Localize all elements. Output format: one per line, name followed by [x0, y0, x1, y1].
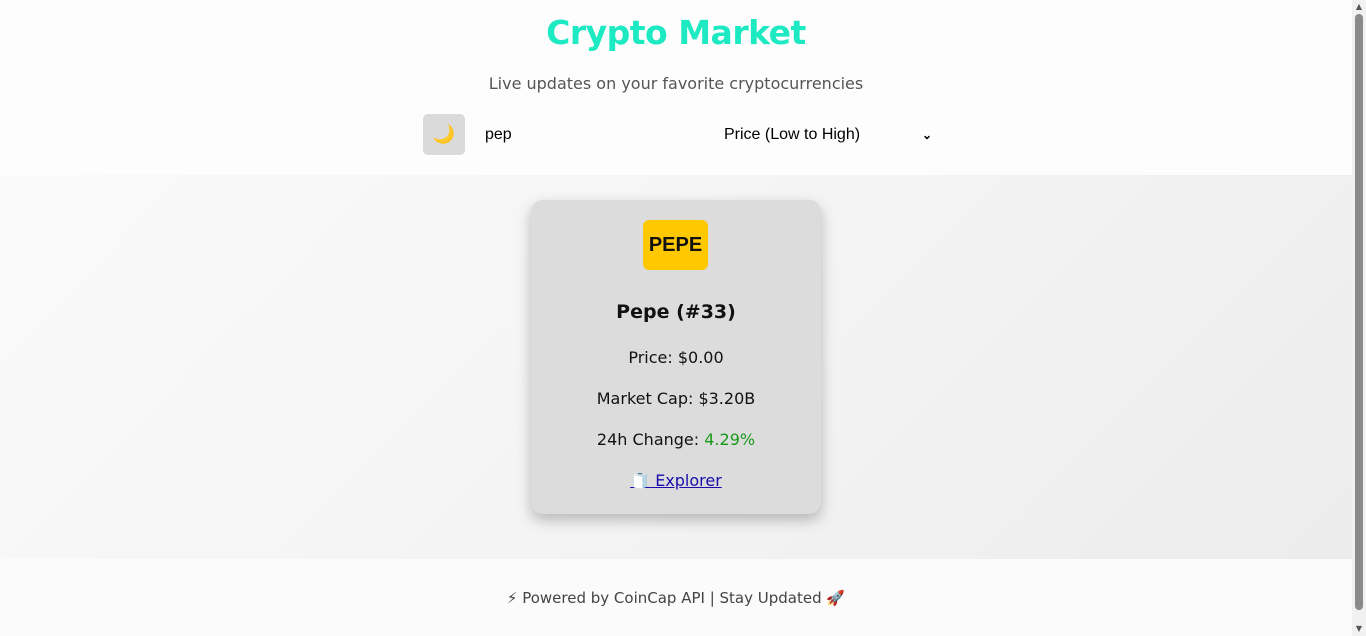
- search-input[interactable]: [473, 114, 688, 155]
- page: Crypto Market Live updates on your favor…: [0, 0, 1352, 636]
- explorer-row: 🧻 Explorer: [531, 471, 821, 490]
- page-subtitle: Live updates on your favorite cryptocurr…: [488, 74, 864, 93]
- explorer-icon: 🧻: [630, 471, 651, 490]
- coin-market-cap: Market Cap: $3.20B: [596, 389, 756, 408]
- page-title: Crypto Market: [546, 13, 806, 52]
- coin-change: 24h Change: 4.29%: [531, 430, 821, 449]
- footer: ⚡ Powered by CoinCap API | Stay Updated …: [0, 559, 1352, 636]
- scroll-thumb[interactable]: [1355, 14, 1363, 610]
- coin-price: Price: $0.00: [628, 348, 724, 367]
- change-label: 24h Change:: [596, 430, 705, 449]
- theme-toggle-button[interactable]: 🌙: [423, 114, 465, 155]
- scroll-up-icon[interactable]: ▲: [1352, 0, 1366, 14]
- controls: 🌙 Price (Low to High) ⌄: [423, 114, 936, 155]
- footer-text: ⚡ Powered by CoinCap API | Stay Updated …: [506, 589, 846, 607]
- vertical-scrollbar[interactable]: ▲ ▼: [1352, 0, 1366, 636]
- explorer-label: Explorer: [655, 471, 722, 490]
- header: Crypto Market Live updates on your favor…: [0, 0, 1352, 175]
- change-value: 4.29%: [704, 430, 756, 449]
- scroll-down-icon[interactable]: ▼: [1352, 622, 1366, 636]
- coin-grid: PEPE Pepe (#33) Price: $0.00 Market Cap:…: [0, 175, 1352, 559]
- sort-select[interactable]: Price (Low to High) ⌄: [712, 114, 936, 155]
- moon-icon: 🌙: [432, 124, 456, 144]
- sort-selected-value: Price (Low to High): [724, 125, 861, 143]
- coin-symbol-badge: PEPE: [643, 220, 708, 270]
- chevron-down-icon: ⌄: [921, 127, 932, 142]
- coin-card: PEPE Pepe (#33) Price: $0.00 Market Cap:…: [531, 200, 821, 514]
- coin-name: Pepe (#33): [616, 301, 736, 323]
- explorer-link[interactable]: 🧻 Explorer: [630, 471, 722, 490]
